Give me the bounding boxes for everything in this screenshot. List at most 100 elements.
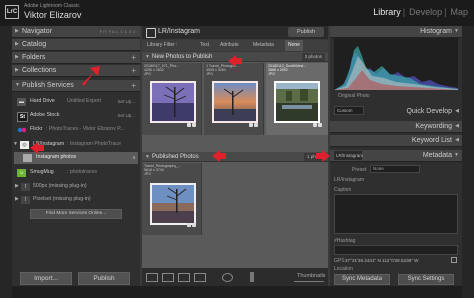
service-pixelset[interactable]: ▶ ! Pixelset (missing plug-in) — [14, 194, 138, 206]
metadata-label: Metadata — [422, 152, 452, 159]
keywording-header[interactable]: Keywording ◀ — [330, 121, 462, 133]
service-adobe-stock[interactable]: St Adobe Stock Set Up... — [14, 110, 138, 122]
thumbnails-label: Thumbnails — [297, 273, 326, 279]
painter-icon[interactable] — [222, 273, 233, 282]
spray-can-icon[interactable] — [250, 272, 254, 282]
grid-view: ▼ New Photos to Publish 3 photos 2018011… — [142, 52, 328, 268]
published-collection-icon — [23, 154, 32, 162]
expand-triangle-icon: ▶ — [15, 183, 19, 189]
adobe-stock-icon: St — [17, 112, 28, 122]
module-develop[interactable]: Develop — [409, 7, 442, 17]
user-name: Viktor Elizarov — [24, 10, 82, 20]
expand-triangle-icon: ▶ — [15, 54, 19, 60]
add-service-icon[interactable]: + — [131, 80, 136, 91]
histogram-header[interactable]: Histogram ▼ — [330, 26, 462, 38]
metadata-preset-value[interactable]: None — [370, 165, 420, 173]
gps-value: 37°31'38.2431" N 112°0'28.5238" W — [345, 258, 419, 263]
filmstrip-collapsed — [12, 286, 462, 298]
library-filter-bar: Library Filter : Text Attribute Metadata… — [142, 40, 328, 51]
grid-view-icon[interactable] — [146, 273, 158, 282]
badge-icon — [192, 223, 196, 227]
map-pin-icon[interactable] — [451, 257, 457, 263]
photo-thumbnail — [212, 81, 258, 123]
module-map[interactable]: Map — [450, 7, 468, 17]
module-library[interactable]: Library — [373, 7, 401, 17]
loupe-view-icon[interactable] — [162, 273, 174, 282]
published-photos-section-header[interactable]: ▼ Published Photos 1 photo — [142, 152, 328, 162]
compare-view-icon[interactable] — [178, 273, 190, 282]
setup-button[interactable]: Set Up... — [117, 111, 135, 120]
metadata-preset-select[interactable]: LR/Instagram — [334, 151, 363, 160]
setup-button[interactable]: Set Up... — [117, 97, 135, 106]
service-hard-drive[interactable]: ▬ Hard Drive Untitled Export Set Up... — [14, 96, 138, 108]
histogram-label: Histogram — [420, 28, 452, 35]
expand-triangle-icon: ◀ — [455, 123, 459, 129]
badge-icon — [254, 123, 258, 127]
filter-text-tab[interactable]: Text — [200, 40, 209, 51]
lr-instagram-section-label: LR/Instagram — [334, 177, 365, 183]
photo-cell-selected[interactable]: 20180113_SouthWest... 3888 x 2592 JPG — [266, 63, 328, 135]
warning-icon: ! — [21, 183, 30, 191]
service-name: 500px (missing plug-in) — [33, 183, 87, 189]
original-photo-label: Original Photo — [338, 93, 370, 99]
title-bar: LrC Adobe Lightroom Classic Viktor Eliza… — [0, 0, 474, 26]
service-500px[interactable]: ▶ ! 500px (missing plug-in) — [14, 181, 138, 193]
filter-none-tab[interactable]: None — [285, 40, 303, 51]
instagram-camera-icon: ◎ — [20, 141, 29, 149]
find-more-services-button[interactable]: Find More Services Online... — [30, 209, 122, 219]
publish-now-button[interactable]: Publish — [288, 27, 324, 37]
hashtag-field[interactable] — [334, 245, 458, 255]
photo-cell[interactable]: 20180117_071_Pho... 4256 x 2832 JPG — [142, 63, 202, 135]
keyword-list-header[interactable]: Keyword List ◀ — [330, 135, 462, 147]
service-flickr[interactable]: Flickr : PhotoTraces - Viktor Elizarov P… — [14, 124, 138, 136]
photo-thumbnail — [274, 81, 320, 123]
caption-field[interactable] — [334, 194, 458, 234]
publish-services-header[interactable]: ▼ Publish Services + — [12, 80, 140, 92]
collections-header[interactable]: ▶ Collections + — [12, 65, 140, 77]
filter-metadata-tab[interactable]: Metadata — [253, 40, 274, 51]
toolbar: Thumbnails — [142, 268, 328, 286]
navigator-label: Navigator — [22, 28, 52, 35]
service-smugmug[interactable]: ☺ SmugMug : phototraces — [14, 167, 138, 179]
navigator-zoom-modes[interactable]: FIT FILL 1:1 3:1 — [100, 26, 136, 37]
collapse-triangle-icon: ▶ — [15, 28, 19, 34]
collapse-triangle-icon: ▼ — [145, 54, 150, 60]
module-picker: Library | Develop | Map — [373, 7, 468, 17]
metadata-header[interactable]: LR/Instagram Metadata ▼ — [330, 150, 462, 162]
section-title: New Photos to Publish — [152, 54, 213, 60]
import-button[interactable]: Import... — [20, 272, 72, 285]
expand-triangle-icon: ◀ — [455, 137, 459, 143]
caption-label: Caption — [334, 187, 352, 193]
quick-develop-label: Quick Develop — [406, 108, 452, 115]
folders-header[interactable]: ▶ Folders + — [12, 52, 140, 64]
photo-cell[interactable]: 1 Travel_Photogra... 4928 x 3264 JPG — [204, 63, 264, 135]
sync-settings-button[interactable]: Sync Settings — [398, 274, 454, 285]
sync-metadata-button[interactable]: Sync Metadata — [334, 274, 390, 285]
photo-info: 20180113_SouthWest... 3888 x 2592 JPG — [268, 64, 307, 76]
add-collection-icon[interactable]: + — [131, 65, 136, 76]
navigator-header[interactable]: ▶ Navigator FIT FILL 1:1 3:1 — [12, 26, 140, 38]
quick-develop-header[interactable]: Quick Develop ◀ — [330, 106, 462, 118]
collapse-triangle-icon: ▼ — [145, 154, 150, 160]
service-desc: : Instagram PhotoTrace — [67, 141, 122, 147]
service-name: SmugMug — [30, 169, 54, 175]
right-panel: Histogram ▼ Original Photo Custom Quick … — [330, 26, 462, 286]
badge-icon — [249, 123, 253, 127]
photo-cell[interactable]: Travel_Photography_... 5616 x 3744 JPG — [142, 163, 202, 235]
thumbnail-size-slider[interactable] — [294, 281, 324, 282]
survey-view-icon[interactable] — [194, 273, 206, 282]
section-title: Published Photos — [152, 154, 199, 160]
badge-icon — [313, 123, 317, 127]
add-folder-icon[interactable]: + — [131, 52, 136, 63]
annotation-arrow-icon — [316, 150, 330, 162]
publish-button[interactable]: Publish — [78, 272, 130, 285]
filter-attribute-tab[interactable]: Attribute — [220, 40, 239, 51]
catalog-header[interactable]: ▶ Catalog — [12, 39, 140, 51]
photo-count: 3 photos — [301, 53, 325, 61]
badge-icon — [187, 123, 191, 127]
collapse-triangle-icon: ▼ — [15, 82, 20, 88]
expand-triangle-icon: ▶ — [15, 41, 19, 47]
service-desc: Untitled Export — [67, 98, 102, 104]
location-label: Location — [334, 266, 353, 272]
expand-triangle-icon: ▶ — [15, 67, 19, 73]
